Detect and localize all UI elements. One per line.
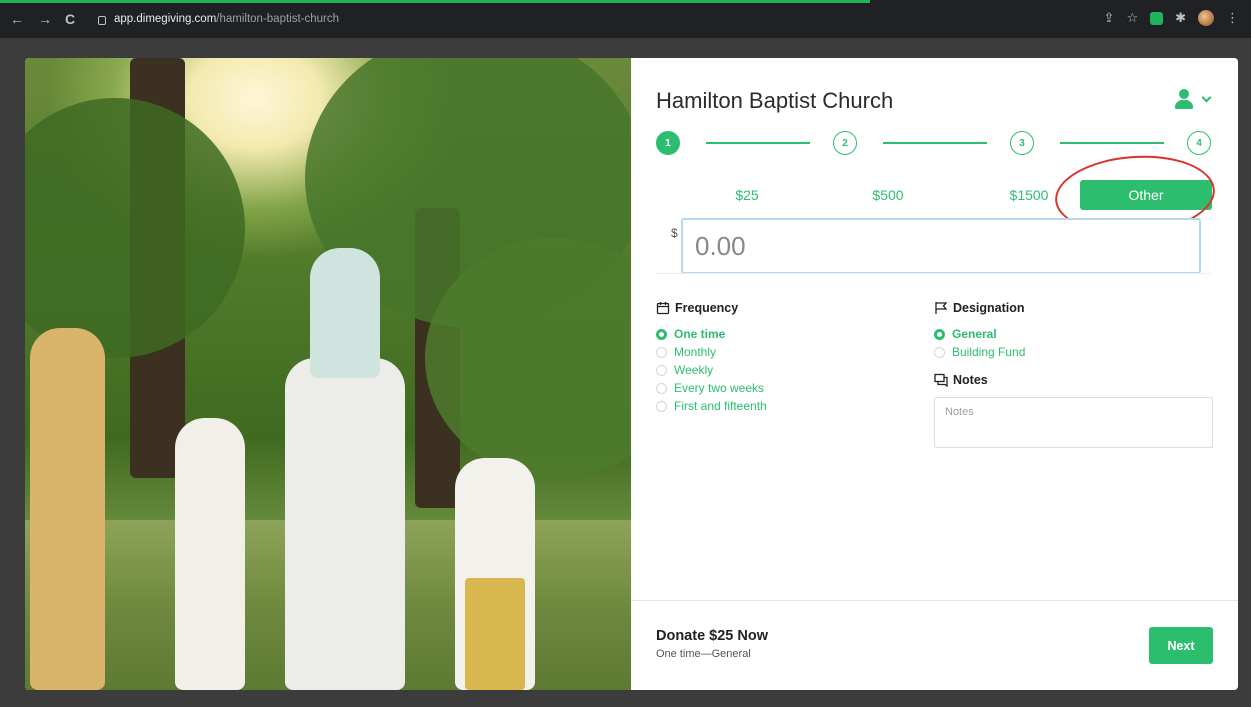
page-load-progress	[0, 0, 870, 3]
url-path: /hamilton-baptist-church	[216, 13, 340, 25]
frequency-section: Frequency One time Monthly Weekly Every …	[656, 301, 916, 415]
family-photo	[25, 58, 631, 690]
option-label: General	[952, 327, 997, 341]
browser-menu-icon[interactable]: ⋮	[1226, 10, 1239, 26]
currency-symbol: $	[671, 226, 678, 240]
lock-icon	[98, 15, 106, 25]
option-label: Every two weeks	[674, 381, 765, 395]
step-connector	[1060, 142, 1164, 144]
calendar-icon	[656, 302, 670, 315]
comments-icon	[934, 373, 948, 387]
radio-icon	[934, 328, 945, 340]
donate-summary-title: Donate $25 Now	[656, 628, 768, 644]
designation-label: Designation	[953, 301, 1025, 315]
chevron-down-icon	[1201, 92, 1212, 102]
frequency-option-every-two-weeks[interactable]: Every two weeks	[656, 379, 916, 397]
step-connector	[883, 142, 987, 144]
amount-option-25[interactable]: $25	[681, 180, 813, 210]
notes-label: Notes	[953, 373, 988, 387]
step-1: 1	[656, 131, 680, 155]
frequency-heading: Frequency	[656, 301, 916, 315]
toolbar-icons: ⇪ ☆ ✱ ⋮	[1104, 10, 1239, 26]
radio-icon	[934, 346, 945, 358]
radio-icon	[656, 382, 667, 394]
radio-icon	[656, 346, 667, 358]
donation-form-panel: Hamilton Baptist Church 1 2 3 4 $25 $500…	[631, 58, 1238, 690]
extensions-puzzle-icon[interactable]: ✱	[1175, 10, 1186, 26]
user-icon	[1173, 88, 1195, 110]
profile-avatar[interactable]	[1198, 10, 1214, 26]
reload-button[interactable]: C	[65, 12, 75, 26]
frequency-option-monthly[interactable]: Monthly	[656, 343, 916, 361]
amount-option-1500[interactable]: $1500	[963, 180, 1095, 210]
footer-divider	[631, 600, 1238, 601]
next-button[interactable]: Next	[1149, 627, 1213, 664]
forward-button[interactable]: →	[38, 12, 52, 26]
share-icon[interactable]: ⇪	[1104, 10, 1115, 26]
back-button[interactable]: ←	[10, 12, 24, 26]
url-host: app.dimegiving.com	[114, 13, 217, 25]
designation-section: Designation General Building Fund Notes	[934, 301, 1214, 453]
radio-icon	[656, 364, 667, 376]
donate-summary-subtitle: One time—General	[656, 648, 751, 660]
notes-field[interactable]	[934, 397, 1213, 448]
divider	[656, 273, 1211, 274]
radio-icon	[656, 400, 667, 412]
frequency-option-weekly[interactable]: Weekly	[656, 361, 916, 379]
user-menu[interactable]	[1173, 88, 1212, 110]
option-label: First and fifteenth	[674, 399, 767, 413]
frequency-option-one-time[interactable]: One time	[656, 325, 916, 343]
step-connector	[706, 142, 810, 144]
option-label: Monthly	[674, 345, 717, 359]
amount-options: $25 $500 $1500 Other	[656, 180, 1216, 210]
option-label: Building Fund	[952, 345, 1026, 359]
step-2: 2	[833, 131, 857, 155]
option-label: One time	[674, 327, 726, 341]
giving-page: Hamilton Baptist Church 1 2 3 4 $25 $500…	[25, 58, 1238, 690]
bookmark-star-icon[interactable]: ☆	[1126, 10, 1138, 26]
amount-option-other[interactable]: Other	[1080, 180, 1212, 210]
amount-option-500[interactable]: $500	[822, 180, 954, 210]
designation-option-general[interactable]: General	[934, 325, 1214, 343]
notes-heading: Notes	[934, 373, 1214, 387]
extension-icon[interactable]	[1150, 11, 1164, 25]
designation-heading: Designation	[934, 301, 1214, 315]
page-title: Hamilton Baptist Church	[656, 88, 894, 113]
address-bar[interactable]: app.dimegiving.com /hamilton-baptist-chu…	[90, 8, 1100, 30]
designation-option-building-fund[interactable]: Building Fund	[934, 343, 1214, 361]
custom-amount-input[interactable]	[681, 218, 1201, 274]
step-4: 4	[1187, 131, 1211, 155]
browser-toolbar: ← → C app.dimegiving.com /hamilton-bapti…	[0, 0, 1251, 38]
flag-icon	[935, 302, 948, 314]
frequency-label: Frequency	[675, 301, 739, 315]
frequency-option-first-and-fifteenth[interactable]: First and fifteenth	[656, 397, 916, 415]
progress-stepper: 1 2 3 4	[656, 131, 1211, 155]
radio-icon	[656, 328, 667, 340]
step-3: 3	[1010, 131, 1034, 155]
option-label: Weekly	[674, 363, 714, 377]
